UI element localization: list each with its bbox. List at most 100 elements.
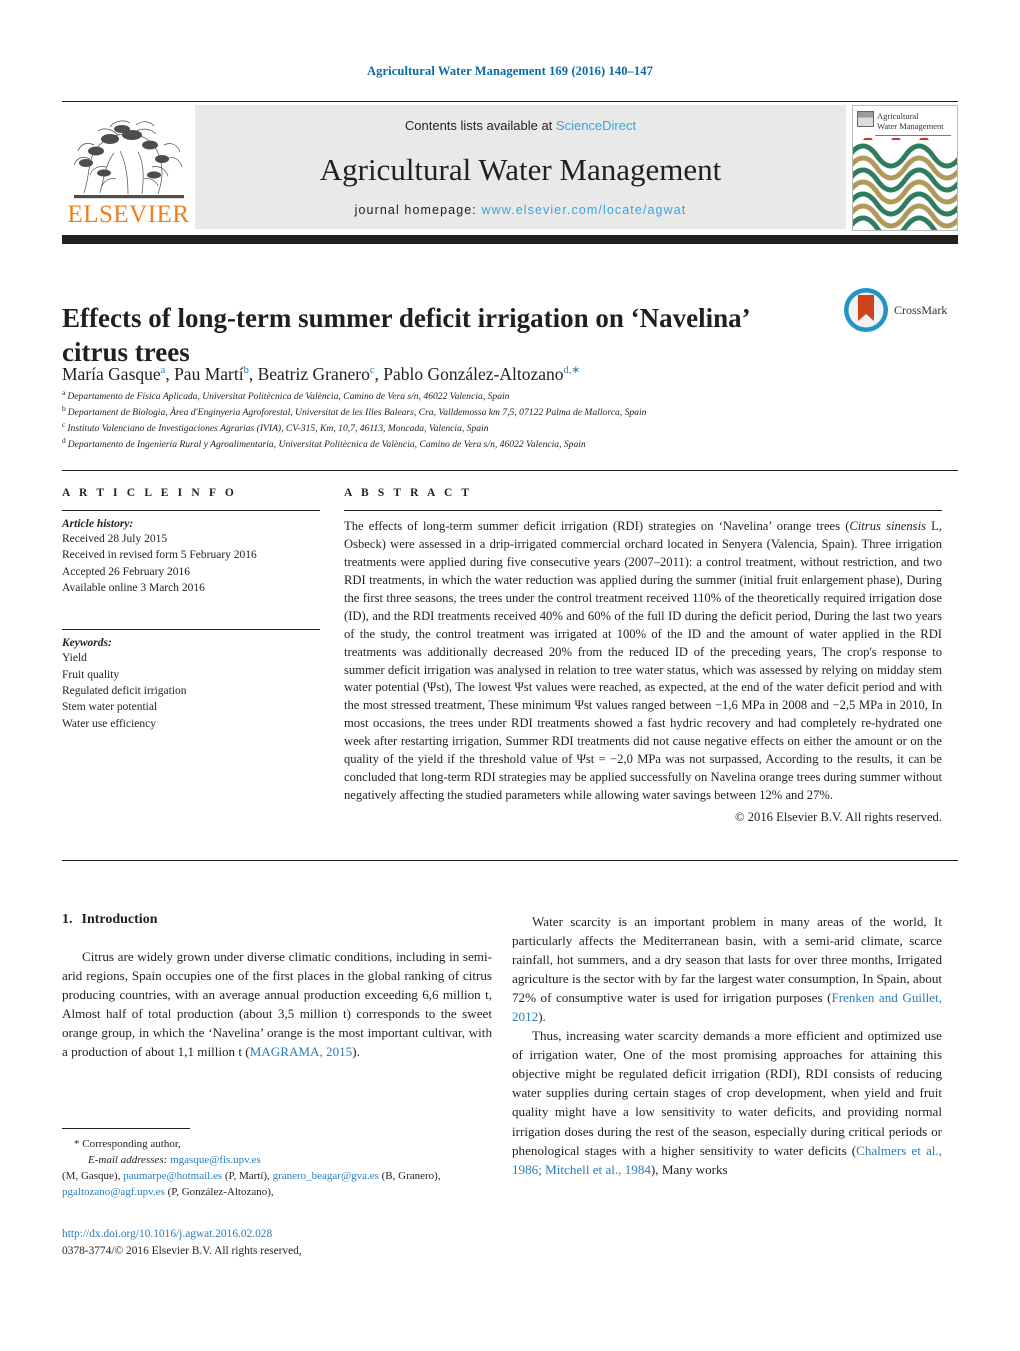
affiliation-list: a Departamento de Física Aplicada, Univer…	[62, 389, 942, 453]
author-name: Beatriz Granero	[257, 364, 370, 384]
elsevier-logo: ELSEVIER	[62, 105, 195, 229]
article-history-item: Available online 3 March 2016	[62, 581, 205, 594]
paragraph: Citrus are widely grown under diverse cl…	[62, 947, 492, 1061]
crossmark-label: CrossMark	[894, 302, 948, 317]
author-paren-name: (M, Gasque),	[62, 1169, 124, 1182]
contents-prefix: Contents lists available at	[404, 118, 556, 133]
introduction-heading: 1. Introduction	[62, 912, 492, 928]
citation-link[interactable]: MAGRAMA, 2015	[250, 1044, 353, 1059]
cover-title-line-2: Water Management	[877, 120, 944, 131]
affiliation-item: c Instituto Valenciano de Investigaciones…	[62, 421, 942, 437]
affiliation-text: Departamento de Ingeniería Rural y Agroa…	[67, 439, 586, 451]
keyword-item: Stem water potential	[62, 701, 158, 714]
author-separator: ,	[165, 364, 175, 384]
contents-list-line: Contents lists available at ScienceDirec…	[195, 118, 846, 133]
email-addresses-continued: (M, Gasque), paumarpe@hotmail.es (P, Mar…	[62, 1169, 492, 1201]
article-history-label: Article history:	[62, 518, 134, 530]
homepage-prefix: journal homepage:	[354, 203, 482, 217]
keyword-item: Regulated deficit irrigation	[62, 684, 187, 697]
keyword-item: Water use efficiency	[62, 717, 157, 730]
keywords-divider	[62, 629, 320, 631]
crossmark-icon	[844, 288, 888, 332]
author-entry: María Gasquea	[62, 364, 165, 384]
abstract-part-1: The effects of long-term summer deficit …	[344, 519, 850, 533]
abstract-part-2: L, Osbeck) were assessed in a drip-irrig…	[344, 519, 943, 803]
author-entry: Pablo González-Altozanod,∗	[383, 364, 580, 384]
journal-homepage-line: journal homepage: www.elsevier.com/locat…	[195, 203, 846, 217]
introduction-left-column: 1. Introduction Citrus are widely grown u…	[62, 912, 492, 1061]
running-head: Agricultural Water Management 169 (2016)…	[367, 64, 653, 78]
introduction-right-column: Water scarcity is an important problem i…	[512, 912, 942, 1179]
homepage-url-link[interactable]: www.elsevier.com/locate/agwat	[481, 203, 686, 217]
abstract-divider	[344, 510, 942, 511]
author-separator: ,	[374, 364, 384, 384]
paragraph-text-tail: ), Many works	[650, 1161, 728, 1177]
keyword-item: Yield	[62, 652, 87, 665]
journal-cover-thumbnail: Agricultural Water Management	[852, 105, 958, 231]
abstract-heading: A B S T R A C T	[344, 487, 473, 499]
email-addresses-line: E-mail addresses: mgasque@fis.upv.es	[62, 1153, 492, 1169]
paragraph-text-tail: ).	[352, 1044, 360, 1060]
journal-name: Agricultural Water Management	[319, 151, 722, 187]
doi-block: http://dx.doi.org/10.1016/j.agwat.2016.0…	[62, 1226, 492, 1260]
author-paren-name: (B, Granero),	[378, 1169, 441, 1182]
article-history-item: Received 28 July 2015	[62, 533, 168, 545]
paragraph-text-tail: ).	[538, 1009, 546, 1025]
email-link[interactable]: mgasque@fis.upv.es	[170, 1154, 261, 1166]
affiliation-text: Departamento de Física Aplicada, Univers…	[67, 391, 510, 402]
author-name: Pau Martí	[174, 364, 244, 384]
affiliation-text: Departament de Biologia, Àrea d'Enginyer…	[67, 407, 647, 419]
email-link[interactable]: pgaltozano@agf.upv.es	[62, 1186, 165, 1198]
corresponding-author-note: * Corresponding author,	[74, 1138, 181, 1150]
author-list: María Gasquea, Pau Martíb, Beatriz Grane…	[62, 364, 942, 385]
email-link[interactable]: granero_beagar@gva.es	[273, 1170, 379, 1182]
affiliation-mark: d	[62, 436, 66, 446]
author-entry: Beatriz Graneroc	[258, 364, 375, 384]
section-number: 1.	[62, 912, 73, 927]
journal-masthead: ELSEVIER Contents lists available at Sci…	[62, 101, 958, 232]
info-section-bottom-rule	[62, 860, 958, 861]
sciencedirect-link[interactable]: ScienceDirect	[556, 118, 636, 133]
paragraph: Water scarcity is an important problem i…	[512, 912, 942, 1026]
affiliation-item: d Departamento de Ingeniería Rural y Agro…	[62, 437, 942, 453]
author-separator: ,	[248, 364, 258, 384]
masthead-black-bar	[62, 235, 958, 244]
affiliation-mark: a	[62, 387, 66, 397]
cover-publisher-mark-icon	[857, 111, 874, 127]
email-link[interactable]: paumarpe@hotmail.es	[123, 1170, 222, 1182]
abstract-copyright: © 2016 Elsevier B.V. All rights reserved…	[735, 810, 942, 824]
author-entry: Pau Martíb	[174, 364, 249, 384]
article-info-column: A R T I C L E I N F O Article history: R…	[62, 487, 320, 732]
footnote-block: * Corresponding author, E-mail addresses…	[62, 1128, 492, 1201]
email-addresses-label: E-mail addresses:	[88, 1153, 168, 1166]
info-section-top-rule	[62, 470, 958, 471]
doi-link[interactable]: http://dx.doi.org/10.1016/j.agwat.2016.0…	[62, 1226, 492, 1243]
keywords-label: Keywords:	[62, 637, 112, 650]
paragraph: Thus, increasing water scarcity demands …	[512, 1026, 942, 1178]
paragraph-text: Citrus are widely grown under diverse cl…	[62, 949, 492, 1060]
affiliation-item: b Departament de Biologia, Àrea d'Enginye…	[62, 405, 942, 421]
article-history-item: Accepted 26 February 2016	[62, 565, 191, 578]
affiliation-text: Instituto Valenciano de Investigaciones …	[67, 423, 489, 435]
masthead-center: Contents lists available at ScienceDirec…	[195, 105, 846, 229]
affiliation-item: a Departamento de Física Aplicada, Univer…	[62, 389, 942, 405]
elsevier-tree-icon	[73, 120, 184, 199]
article-info-heading: A R T I C L E I N F O	[62, 487, 237, 499]
footnote-divider	[62, 1128, 190, 1129]
article-history-item: Received in revised form 5 February 2016	[62, 549, 257, 562]
cover-artwork	[853, 138, 957, 230]
author-paren-name: (P, González-Altozano),	[164, 1185, 274, 1198]
journal-cover-block: Agricultural Water Management	[846, 105, 958, 231]
article-info-divider	[62, 510, 320, 511]
article-title: Effects of long-term summer deficit irri…	[62, 303, 749, 367]
keyword-item: Fruit quality	[62, 668, 120, 681]
affiliation-mark: c	[62, 420, 66, 430]
issn-copyright-line: 0378-3774/© 2016 Elsevier B.V. All right…	[62, 1245, 302, 1258]
crossmark-badge-group[interactable]: CrossMark	[843, 282, 955, 338]
journal-article-page: Agricultural Water Management 169 (2016)…	[0, 0, 1020, 1351]
author-name: Pablo González-Altozano	[383, 364, 564, 384]
affiliation-mark: b	[62, 403, 66, 413]
author-paren-name: (P, Martí),	[222, 1169, 273, 1182]
cover-title: Agricultural Water Management	[877, 111, 951, 132]
